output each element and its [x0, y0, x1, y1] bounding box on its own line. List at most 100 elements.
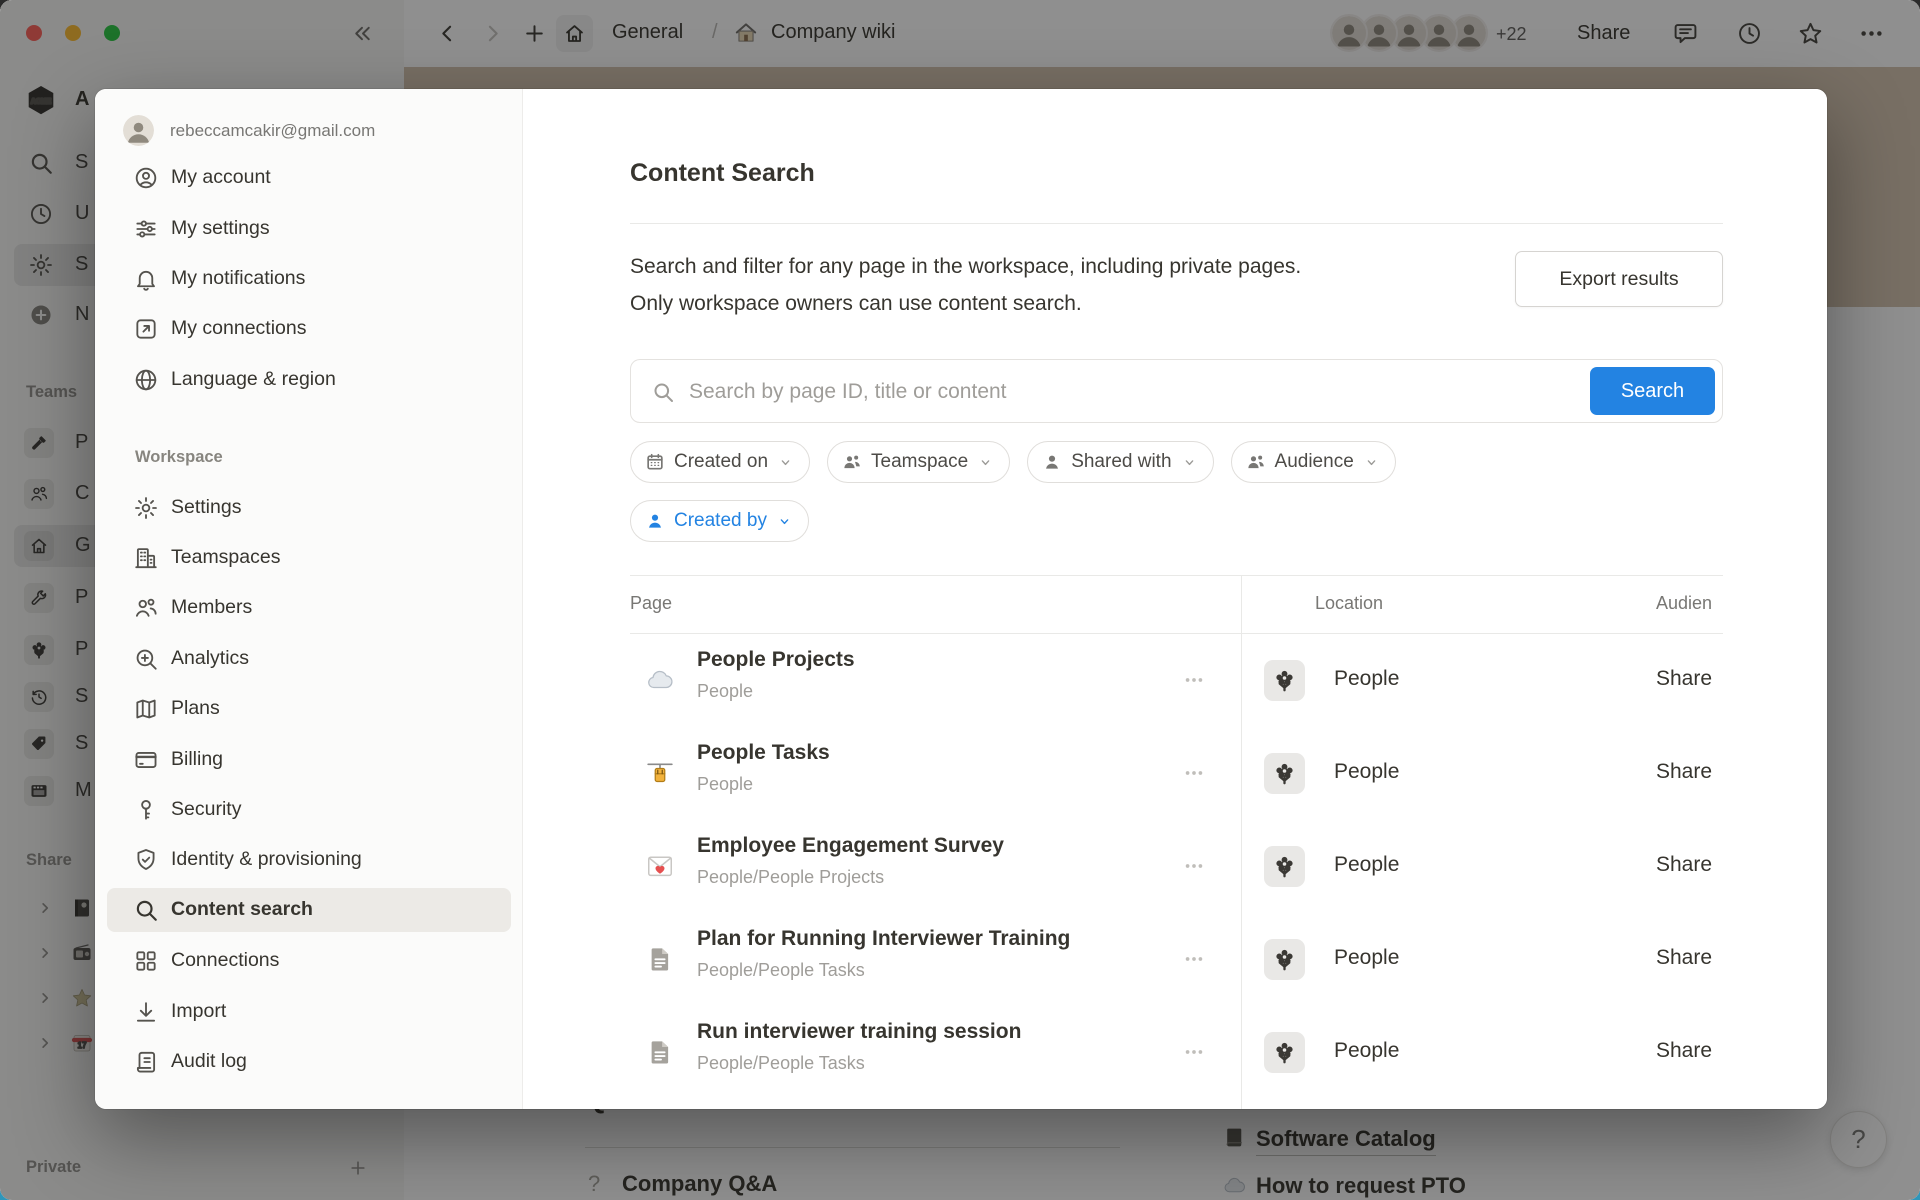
table-top-border — [630, 575, 1723, 576]
settings-nav-label: Import — [171, 1000, 226, 1023]
settings-nav-my-notifications[interactable]: My notifications — [107, 257, 511, 301]
table-row[interactable]: Employee Engagement SurveyPeople/People … — [523, 820, 1827, 913]
result-page-title[interactable]: People Tasks — [697, 741, 830, 765]
table-row[interactable]: People ProjectsPeoplePeopleShare — [523, 634, 1827, 727]
chevron-down-icon — [978, 455, 993, 470]
settings-nav-security[interactable]: Security — [107, 788, 511, 832]
people-icon — [133, 595, 159, 621]
search-input[interactable] — [687, 366, 1571, 418]
search-button[interactable]: Search — [1590, 367, 1715, 415]
filter-chip-audience[interactable]: Audience — [1231, 441, 1396, 483]
settings-nav-teamspaces[interactable]: Teamspaces — [107, 536, 511, 580]
table-row[interactable]: Run interviewer training sessionPeople/P… — [523, 1006, 1827, 1099]
settings-nav-connections[interactable]: Connections — [107, 939, 511, 983]
teamspace-tile — [1264, 1032, 1305, 1073]
settings-nav-billing[interactable]: Billing — [107, 738, 511, 782]
settings-nav-label: Content search — [171, 898, 313, 921]
export-results-button[interactable]: Export results — [1515, 251, 1723, 307]
person-circle-icon — [133, 165, 159, 191]
settings-nav-label: Plans — [171, 697, 220, 720]
settings-modal: rebeccamcakir@gmail.com My account My set… — [95, 89, 1827, 1109]
content-search-panel: Content Search Search and filter for any… — [523, 89, 1827, 1109]
filter-label: Teamspace — [871, 451, 968, 473]
page-title: Content Search — [630, 159, 815, 188]
settings-nav-import[interactable]: Import — [107, 990, 511, 1034]
filter-label: Audience — [1275, 451, 1354, 473]
filter-chip-created-on[interactable]: Created on — [630, 441, 810, 483]
settings-nav-language-region[interactable]: Language & region — [107, 358, 511, 402]
settings-nav-members[interactable]: Members — [107, 586, 511, 630]
settings-nav-identity-provisioning[interactable]: Identity & provisioning — [107, 838, 511, 882]
settings-nav-label: Identity & provisioning — [171, 848, 362, 871]
person-fill-icon — [645, 511, 665, 531]
result-audience: Share — [1656, 853, 1712, 877]
settings-nav-label: My account — [171, 166, 271, 189]
title-divider — [630, 223, 1723, 224]
settings-nav-panel: rebeccamcakir@gmail.com My account My set… — [95, 89, 523, 1109]
settings-nav-label: Analytics — [171, 647, 249, 670]
row-more-options-icon[interactable] — [1178, 1041, 1210, 1063]
import-icon — [133, 999, 159, 1025]
flower-icon — [1272, 667, 1297, 694]
settings-nav-audit-log[interactable]: Audit log — [107, 1040, 511, 1084]
chevron-down-icon — [778, 455, 793, 470]
filter-chip-created-by-active[interactable]: Created by — [630, 500, 809, 542]
settings-nav-label: Language & region — [171, 368, 336, 391]
table-row[interactable]: People TasksPeoplePeopleShare — [523, 727, 1827, 820]
settings-nav-label: Teamspaces — [171, 546, 280, 569]
result-page-title[interactable]: People Projects — [697, 648, 855, 672]
teamspace-tile — [1264, 939, 1305, 980]
chevron-down-icon — [777, 514, 792, 529]
row-more-options-icon[interactable] — [1178, 948, 1210, 970]
shield-icon — [133, 847, 159, 873]
arrow-up-right-icon — [133, 316, 159, 342]
settings-nav-my-settings[interactable]: My settings — [107, 207, 511, 251]
settings-nav-label: My connections — [171, 317, 306, 340]
analytics-icon — [133, 646, 159, 672]
row-more-options-icon[interactable] — [1178, 669, 1210, 691]
result-location: People — [1334, 1039, 1399, 1063]
people-fill-icon — [1246, 452, 1266, 472]
settings-nav-settings[interactable]: Settings — [107, 486, 511, 530]
filter-chip-shared-with[interactable]: Shared with — [1027, 441, 1213, 483]
filter-label: Created by — [674, 510, 767, 532]
teamspace-tile — [1264, 846, 1305, 887]
result-page-title[interactable]: Run interviewer training session — [697, 1020, 1021, 1044]
result-page-title[interactable]: Employee Engagement Survey — [697, 834, 1004, 858]
card-icon — [133, 747, 159, 773]
calendar-icon — [645, 452, 665, 472]
flower-icon — [1272, 946, 1297, 973]
result-page-title[interactable]: Plan for Running Interviewer Training — [697, 927, 1070, 951]
filter-chip-teamspace[interactable]: Teamspace — [827, 441, 1010, 483]
result-audience: Share — [1656, 667, 1712, 691]
globe-icon — [133, 367, 159, 393]
filter-label: Shared with — [1071, 451, 1171, 473]
map-icon — [133, 696, 159, 722]
result-audience: Share — [1656, 760, 1712, 784]
result-page-path: People/People Tasks — [697, 960, 865, 981]
page-description: Search and filter for any page in the wo… — [630, 248, 1530, 322]
flower-icon — [1272, 760, 1297, 787]
settings-nav-my-connections[interactable]: My connections — [107, 307, 511, 351]
chevron-down-icon — [1182, 455, 1197, 470]
search-icon — [651, 380, 675, 404]
result-location: People — [1334, 760, 1399, 784]
teamspace-tile — [1264, 660, 1305, 701]
love-letter-icon — [645, 851, 675, 881]
settings-nav-analytics[interactable]: Analytics — [107, 637, 511, 681]
settings-nav-content-search[interactable]: Content search — [107, 888, 511, 932]
settings-nav-label: Audit log — [171, 1050, 247, 1073]
row-more-options-icon[interactable] — [1178, 762, 1210, 784]
flower-icon — [1272, 853, 1297, 880]
row-more-options-icon[interactable] — [1178, 855, 1210, 877]
search-bar: Search — [630, 359, 1723, 423]
page-icon — [645, 944, 675, 974]
settings-nav-plans[interactable]: Plans — [107, 687, 511, 731]
account-email: rebeccamcakir@gmail.com — [170, 121, 375, 141]
result-page-path: People — [697, 681, 753, 702]
result-audience: Share — [1656, 1039, 1712, 1063]
workspace-section-label: Workspace — [135, 448, 223, 467]
page-icon — [645, 1037, 675, 1067]
settings-nav-my-account[interactable]: My account — [107, 156, 511, 200]
table-row[interactable]: Plan for Running Interviewer Training Peo… — [523, 913, 1827, 1006]
